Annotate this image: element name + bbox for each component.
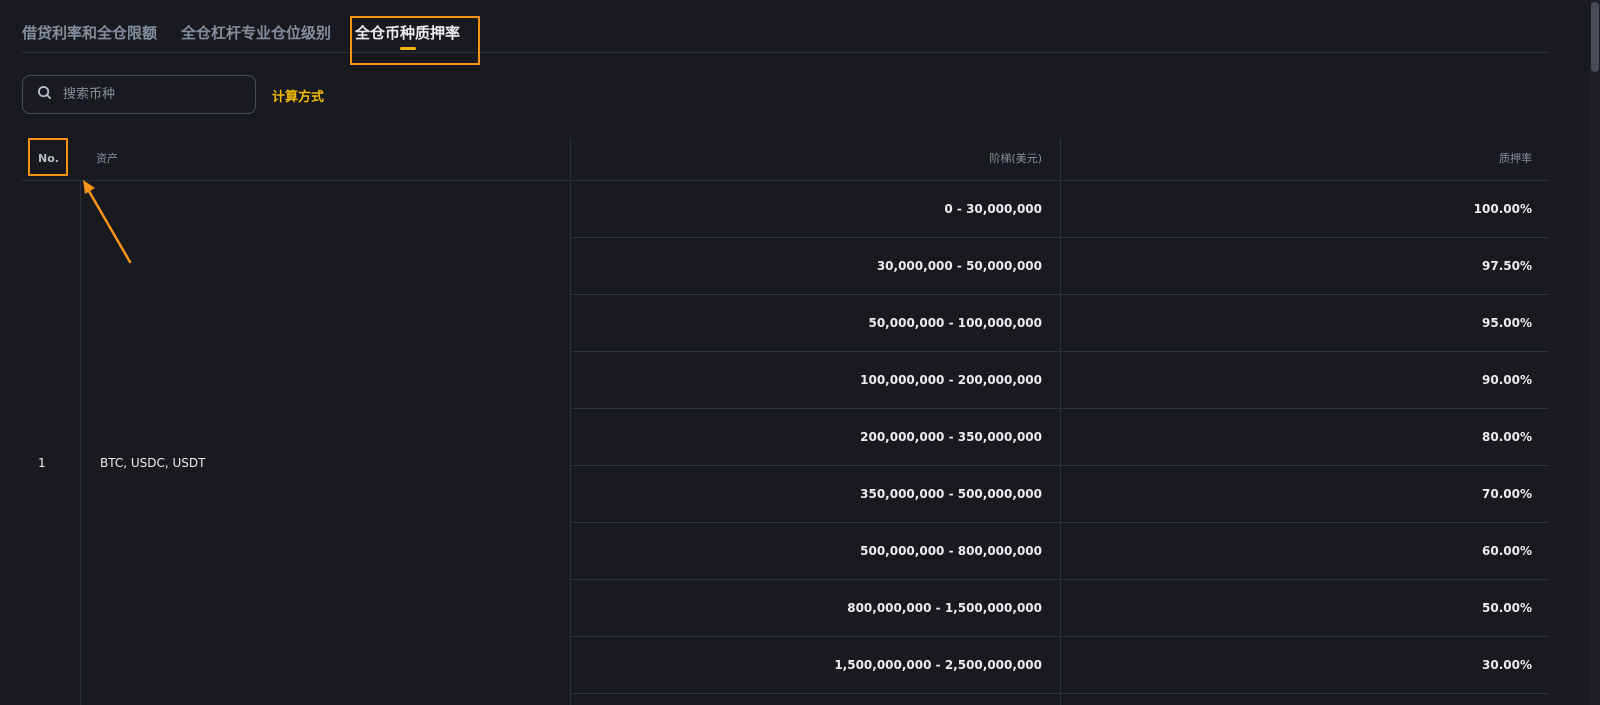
tab-label: 借贷利率和全仓限额 — [22, 24, 158, 42]
tier-range: 500,000,000 - 800,000,000 — [860, 544, 1042, 558]
tier-range: 100,000,000 - 200,000,000 — [860, 373, 1042, 387]
tier-rate: 100.00% — [1473, 202, 1532, 216]
table-body: 1 BTC, USDC, USDT 0 - 30,000,000 100.00%… — [22, 181, 1548, 705]
tier-range: 200,000,000 - 350,000,000 — [860, 430, 1042, 444]
tier-rate: 97.50% — [1482, 259, 1532, 273]
header-rate: 质押率 — [1499, 152, 1532, 165]
tab-bar: 借贷利率和全仓限额 全仓杠杆专业仓位级别 全仓币种质押率 — [22, 0, 1548, 53]
tier-range: 350,000,000 - 500,000,000 — [860, 487, 1042, 501]
tab-label: 全仓杠杆专业仓位级别 — [181, 24, 332, 42]
row-assets: BTC, USDC, USDT — [100, 456, 206, 470]
search-box[interactable] — [22, 75, 256, 114]
collateral-table: No. 资产 阶梯(美元) 质押率 1 BTC, USDC, USDT 0 - … — [22, 138, 1548, 705]
active-tab-indicator — [399, 47, 416, 50]
tier-range: 800,000,000 - 1,500,000,000 — [847, 601, 1042, 615]
tab-borrow-rate-limit[interactable]: 借贷利率和全仓限额 — [22, 0, 157, 52]
tier-rate: 50.00% — [1482, 601, 1532, 615]
tier-row: 500,000,000 - 800,000,000 60.00% — [570, 523, 1548, 580]
tier-row: 200,000,000 - 350,000,000 80.00% — [570, 409, 1548, 466]
header-asset: 资产 — [96, 152, 118, 165]
row-number: 1 — [38, 456, 46, 470]
tier-rate: 80.00% — [1482, 430, 1532, 444]
tier-range: 0 - 30,000,000 — [944, 202, 1042, 216]
tier-rate: 60.00% — [1482, 544, 1532, 558]
header-no: No. — [38, 152, 59, 165]
tab-pro-tier[interactable]: 全仓杠杆专业仓位级别 — [181, 0, 331, 52]
tier-rate: 70.00% — [1482, 487, 1532, 501]
page: 借贷利率和全仓限额 全仓杠杆专业仓位级别 全仓币种质押率 计算方式 No. 资产… — [0, 0, 1600, 705]
search-icon — [37, 85, 52, 104]
header-tier: 阶梯(美元) — [989, 152, 1042, 165]
tier-row: 30,000,000 - 50,000,000 97.50% — [570, 238, 1548, 295]
scrollbar-thumb[interactable] — [1591, 2, 1599, 72]
tier-row: 0 - 30,000,000 100.00% — [570, 181, 1548, 238]
tier-range: 1,500,000,000 - 2,500,000,000 — [834, 658, 1042, 672]
tier-row: 350,000,000 - 500,000,000 70.00% — [570, 466, 1548, 523]
calculation-method-link[interactable]: 计算方式 — [272, 86, 324, 105]
tier-row: 100,000,000 - 200,000,000 90.00% — [570, 352, 1548, 409]
tier-rate: 90.00% — [1482, 373, 1532, 387]
tier-rate: 95.00% — [1482, 316, 1532, 330]
tier-range: 30,000,000 - 50,000,000 — [876, 259, 1042, 273]
tier-row: 50,000,000 - 100,000,000 95.00% — [570, 295, 1548, 352]
tier-row: 800,000,000 - 1,500,000,000 50.00% — [570, 580, 1548, 637]
search-input[interactable] — [61, 86, 235, 103]
tier-row: 1,500,000,000 - 2,500,000,000 30.00% — [570, 637, 1548, 694]
tier-rate: 30.00% — [1482, 658, 1532, 672]
scrollbar[interactable] — [1590, 0, 1600, 705]
tab-label: 全仓币种质押率 — [355, 24, 461, 42]
tab-collateral-ratio[interactable]: 全仓币种质押率 — [355, 0, 460, 52]
table-header: No. 资产 阶梯(美元) 质押率 — [22, 138, 1548, 181]
tier-range: 50,000,000 - 100,000,000 — [868, 316, 1042, 330]
